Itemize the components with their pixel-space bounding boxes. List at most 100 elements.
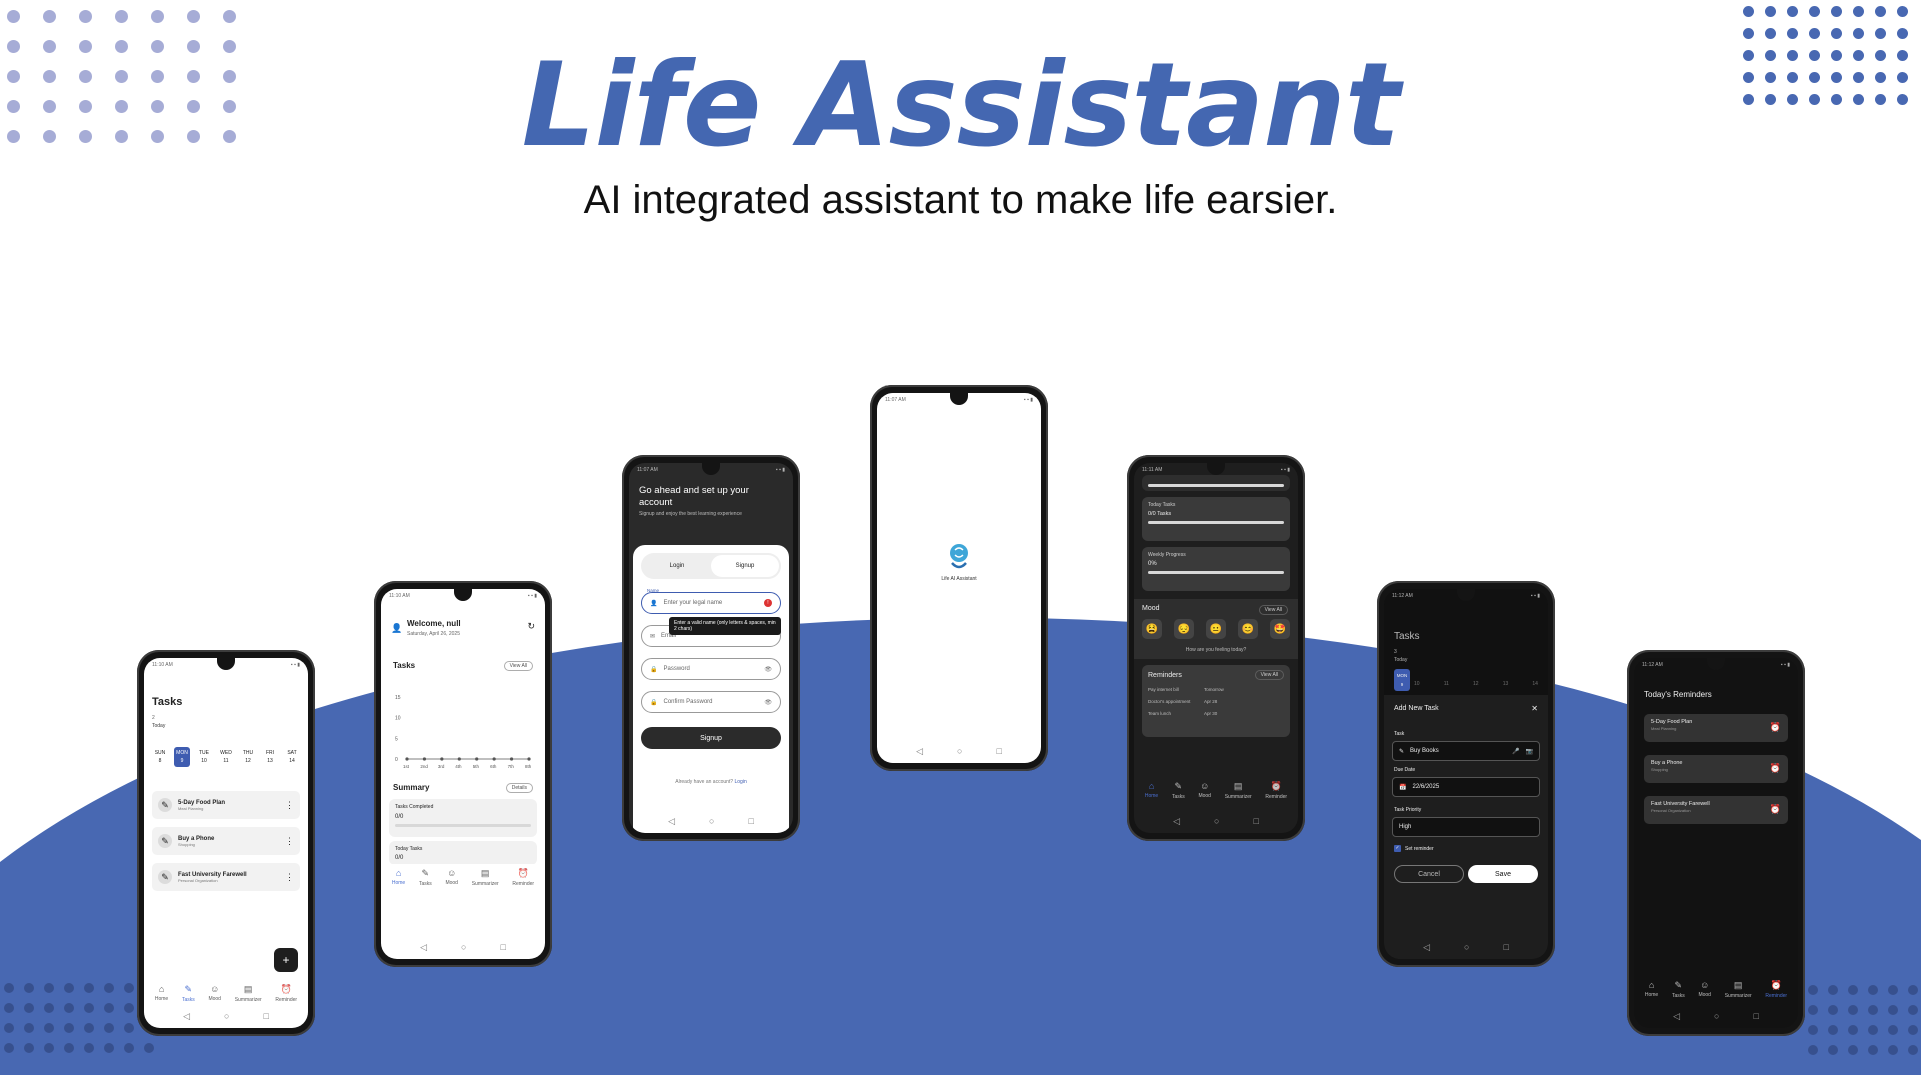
add-task-button[interactable]: + bbox=[274, 948, 298, 972]
recents-icon[interactable]: □ bbox=[500, 942, 505, 953]
nav-summarizer[interactable]: ▤ Summarizer bbox=[1225, 781, 1252, 800]
mood-option[interactable]: 😫 bbox=[1142, 619, 1162, 639]
nav-mood[interactable]: ☺ Mood bbox=[1698, 980, 1711, 999]
nav-mood[interactable]: ☺ Mood bbox=[208, 984, 221, 1003]
reminder-card[interactable]: 5-Day Food Plan Meal Planning ⏰ bbox=[1644, 714, 1788, 742]
due-date-input[interactable]: 📅 22/6/2025 bbox=[1392, 777, 1540, 797]
day-number[interactable]: 13 bbox=[1503, 681, 1509, 687]
task-card[interactable]: ✎ Buy a Phone Shopping ⋮ bbox=[152, 827, 300, 855]
home-circle-icon[interactable]: ○ bbox=[461, 942, 466, 953]
selected-day[interactable]: MON 9 bbox=[1394, 669, 1410, 691]
day-chip[interactable]: WED 11 bbox=[218, 747, 234, 767]
reminder-checkbox-row[interactable]: ✓ Set reminder bbox=[1394, 845, 1434, 852]
checkbox-checked-icon[interactable]: ✓ bbox=[1394, 845, 1401, 852]
recents-icon[interactable]: □ bbox=[748, 816, 753, 827]
alarm-icon[interactable]: ⏰ bbox=[1770, 722, 1781, 733]
nav-tasks[interactable]: ✎ Tasks bbox=[419, 868, 432, 887]
view-all-button[interactable]: View All bbox=[503, 661, 533, 671]
day-chip[interactable]: THU 12 bbox=[240, 747, 256, 767]
nav-mood[interactable]: ☺ Mood bbox=[1198, 781, 1211, 800]
tab-login[interactable]: Login bbox=[643, 563, 711, 569]
alarm-icon[interactable]: ⏰ bbox=[1770, 804, 1781, 815]
nav-summarizer[interactable]: ▤ Summarizer bbox=[472, 868, 499, 887]
day-chip[interactable]: SUN 8 bbox=[152, 747, 168, 767]
more-vert-icon[interactable]: ⋮ bbox=[285, 800, 294, 811]
task-card[interactable]: ✎ Fast University Farewell Personal Organ… bbox=[152, 863, 300, 891]
nav-mood[interactable]: ☺ Mood bbox=[445, 868, 458, 887]
back-icon[interactable]: ◁ bbox=[1423, 942, 1430, 953]
nav-home[interactable]: ⌂ Home bbox=[1145, 781, 1158, 800]
close-icon[interactable]: ✕ bbox=[1531, 704, 1538, 713]
mic-icon[interactable]: 🎤 bbox=[1512, 748, 1519, 755]
refresh-icon[interactable]: ↻ bbox=[527, 621, 535, 632]
nav-reminder[interactable]: ⏰ Reminder bbox=[1265, 781, 1287, 800]
reminder-card[interactable]: Buy a Phone Shopping ⏰ bbox=[1644, 755, 1788, 783]
home-circle-icon[interactable]: ○ bbox=[957, 746, 962, 757]
task-input[interactable]: ✎ Buy Books 🎤 📷 bbox=[1392, 741, 1540, 761]
alarm-icon[interactable]: ⏰ bbox=[1770, 763, 1781, 774]
eye-icon[interactable]: 👁 bbox=[764, 666, 772, 673]
mood-option[interactable]: 😐 bbox=[1206, 619, 1226, 639]
nav-tasks[interactable]: ✎ Tasks bbox=[1172, 781, 1185, 800]
reminder-card[interactable]: Fast University Farewell Personal Organiz… bbox=[1644, 796, 1788, 824]
day-chip[interactable]: MON 9 bbox=[174, 747, 190, 767]
reminders-view-all[interactable]: View All bbox=[1254, 670, 1284, 680]
back-icon[interactable]: ◁ bbox=[668, 816, 675, 827]
back-icon[interactable]: ◁ bbox=[183, 1011, 190, 1022]
day-chip[interactable]: FRI 13 bbox=[262, 747, 278, 767]
priority-select[interactable]: High bbox=[1392, 817, 1540, 837]
day-number[interactable]: 14 bbox=[1532, 681, 1538, 687]
details-button[interactable]: Details bbox=[505, 783, 533, 793]
nav-summarizer[interactable]: ▤ Summarizer bbox=[235, 984, 262, 1003]
login-link[interactable]: Login bbox=[734, 779, 746, 785]
name-field[interactable]: 👤 Enter your legal name ! bbox=[641, 592, 781, 614]
back-icon[interactable]: ◁ bbox=[420, 942, 427, 953]
more-vert-icon[interactable]: ⋮ bbox=[285, 836, 294, 847]
recents-icon[interactable]: □ bbox=[263, 1011, 268, 1022]
camera-icon[interactable]: 📷 bbox=[1526, 748, 1533, 755]
home-circle-icon[interactable]: ○ bbox=[1714, 1011, 1719, 1022]
profile-icon[interactable]: 👤 bbox=[391, 623, 402, 634]
nav-summarizer[interactable]: ▤ Summarizer bbox=[1725, 980, 1752, 999]
nav-reminder[interactable]: ⏰ Reminder bbox=[1765, 980, 1787, 999]
cancel-button[interactable]: Cancel bbox=[1394, 865, 1464, 883]
nav-tasks[interactable]: ✎ Tasks bbox=[1672, 980, 1685, 999]
recents-icon[interactable]: □ bbox=[1753, 1011, 1758, 1022]
recents-icon[interactable]: □ bbox=[1503, 942, 1508, 953]
tab-signup[interactable]: Signup bbox=[711, 555, 779, 577]
reminder-row[interactable]: Pay internet bill Tomorrow bbox=[1148, 687, 1284, 692]
nav-reminder[interactable]: ⏰ Reminder bbox=[512, 868, 534, 887]
back-icon[interactable]: ◁ bbox=[1173, 816, 1180, 827]
signup-button[interactable]: Signup bbox=[641, 727, 781, 749]
mood-view-all[interactable]: View All bbox=[1258, 605, 1288, 615]
day-number[interactable]: 11 bbox=[1444, 681, 1449, 687]
day-number[interactable]: 10 bbox=[1414, 681, 1420, 687]
task-card[interactable]: ✎ 5-Day Food Plan Meal Planning ⋮ bbox=[152, 791, 300, 819]
nav-home[interactable]: ⌂ Home bbox=[155, 984, 168, 1003]
home-circle-icon[interactable]: ○ bbox=[709, 816, 714, 827]
reminder-row[interactable]: Doctor's appointment Apr 28 bbox=[1148, 699, 1284, 704]
back-icon[interactable]: ◁ bbox=[1673, 1011, 1680, 1022]
eye-icon[interactable]: 👁 bbox=[764, 699, 772, 706]
mood-option[interactable]: 🤩 bbox=[1270, 619, 1290, 639]
back-icon[interactable]: ◁ bbox=[916, 746, 923, 757]
day-chip[interactable]: SAT 14 bbox=[284, 747, 300, 767]
home-circle-icon[interactable]: ○ bbox=[224, 1011, 229, 1022]
day-chip[interactable]: TUE 10 bbox=[196, 747, 212, 767]
home-circle-icon[interactable]: ○ bbox=[1464, 942, 1469, 953]
mood-option[interactable]: 😊 bbox=[1238, 619, 1258, 639]
password-field[interactable]: 🔒 Password 👁 bbox=[641, 658, 781, 680]
nav-home[interactable]: ⌂ Home bbox=[392, 868, 405, 887]
recents-icon[interactable]: □ bbox=[1253, 816, 1258, 827]
nav-reminder[interactable]: ⏰ Reminder bbox=[275, 984, 297, 1003]
day-number[interactable]: 12 bbox=[1473, 681, 1479, 687]
nav-tasks[interactable]: ✎ Tasks bbox=[182, 984, 195, 1003]
mood-option[interactable]: 😔 bbox=[1174, 619, 1194, 639]
nav-home[interactable]: ⌂ Home bbox=[1645, 980, 1658, 999]
more-vert-icon[interactable]: ⋮ bbox=[285, 872, 294, 883]
recents-icon[interactable]: □ bbox=[996, 746, 1001, 757]
save-button[interactable]: Save bbox=[1468, 865, 1538, 883]
confirm-password-field[interactable]: 🔒 Confirm Password 👁 bbox=[641, 691, 781, 713]
reminder-row[interactable]: Team lunch Apr 30 bbox=[1148, 711, 1284, 716]
home-circle-icon[interactable]: ○ bbox=[1214, 816, 1219, 827]
